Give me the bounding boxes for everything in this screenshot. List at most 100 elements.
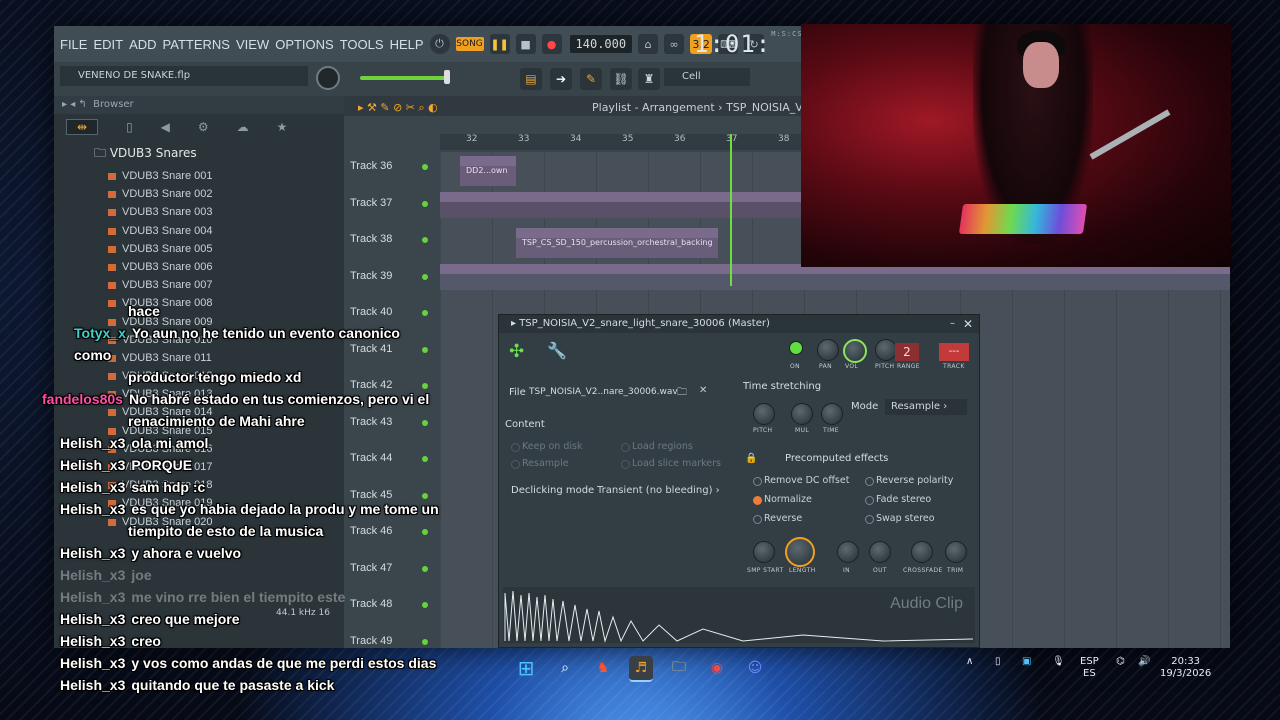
browser-folder[interactable]: 🗀 VDUB3 Snares	[54, 140, 344, 167]
master-volume-slider[interactable]	[360, 76, 446, 80]
trim-knob[interactable]	[945, 541, 967, 563]
file-explorer-icon[interactable]: 🗀	[667, 656, 691, 680]
chevron-up-icon[interactable]: ∧	[966, 656, 973, 668]
ts-pitch-knob[interactable]	[753, 403, 775, 425]
sample-filename[interactable]: TSP_NOISIA_V2..nare_30006.wav	[529, 387, 678, 397]
audio-clip[interactable]: TSP_CS_SD_150_percussion_orchestral_back…	[516, 228, 718, 258]
sample-waveform[interactable]: Audio Clip	[503, 587, 975, 643]
browser-file[interactable]: VDUB3 Snare 005	[54, 240, 344, 258]
stop-button[interactable]: ■	[515, 34, 536, 54]
menu-file[interactable]: FILE	[60, 37, 87, 52]
crossfade-knob[interactable]	[911, 541, 933, 563]
tab-files-icon[interactable]: ▯	[126, 120, 133, 134]
play-pause-button[interactable]: ❚❚	[489, 34, 510, 54]
menu-view[interactable]: VIEW	[236, 37, 269, 52]
tab-all-icon[interactable]: ⇹	[66, 119, 99, 135]
track-header[interactable]: Track 36	[344, 152, 440, 189]
menu-add[interactable]: ADD	[129, 37, 156, 52]
ts-time-knob[interactable]	[821, 403, 843, 425]
app-tray-icon[interactable]: ▣	[1022, 656, 1031, 668]
next-icon[interactable]: ➔	[550, 68, 572, 90]
song-mode-button[interactable]: SONG	[455, 37, 484, 51]
reverse-polarity-option[interactable]: Reverse polarity	[865, 475, 953, 486]
power-icon[interactable]: ⏻	[429, 34, 450, 54]
tempo-display[interactable]: 140.000	[569, 35, 633, 53]
brave-browser-icon[interactable]: ♞	[591, 656, 615, 680]
channel-on-led[interactable]	[789, 341, 803, 355]
declicking-mode-dropdown[interactable]: Transient (no bleeding) ›	[597, 483, 725, 499]
pattern-clip[interactable]	[440, 264, 1230, 290]
search-icon[interactable]: ⌕	[553, 656, 577, 680]
load-slice-markers-option[interactable]: Load slice markers	[621, 458, 721, 469]
ts-mul-knob[interactable]	[791, 403, 813, 425]
browser-file[interactable]: VDUB3 Snare 003	[54, 203, 344, 221]
microphone-icon[interactable]: 🎙	[1052, 656, 1065, 668]
menu-options[interactable]: OPTIONS	[275, 37, 334, 52]
master-volume-handle[interactable]	[444, 70, 450, 84]
folder-icon[interactable]: 🗀	[677, 385, 687, 402]
track-header[interactable]: Track 37	[344, 189, 440, 226]
tab-plugins-icon[interactable]: ⚙	[198, 120, 209, 134]
usb-icon[interactable]: ▯	[995, 656, 1001, 668]
link-icon[interactable]: ⛓	[610, 68, 632, 90]
out-knob[interactable]	[869, 541, 891, 563]
metronome-icon[interactable]: ⌂	[638, 34, 659, 54]
tab-favorites-icon[interactable]: ★	[277, 120, 288, 134]
menu-edit[interactable]: EDIT	[93, 37, 123, 52]
playlist-icon[interactable]: ▤	[520, 68, 542, 90]
wait-input-icon[interactable]: ∞	[664, 34, 685, 54]
playhead[interactable]	[730, 134, 732, 286]
length-knob[interactable]	[785, 537, 815, 567]
record-button[interactable]: ●	[541, 34, 562, 54]
fade-stereo-option[interactable]: Fade stereo	[865, 494, 931, 505]
browser-file[interactable]: VDUB3 Snare 001	[54, 167, 344, 185]
snap-selector[interactable]: Cell	[664, 68, 750, 86]
windows-start-icon[interactable]: ⊞	[514, 656, 538, 680]
remove-dc-offset-option[interactable]: Remove DC offset	[753, 475, 849, 486]
in-knob[interactable]	[837, 541, 859, 563]
waveform-tab-icon[interactable]: ✣	[509, 341, 524, 362]
sample-start-knob[interactable]	[753, 541, 775, 563]
playlist-tools-icon[interactable]: ▸ ⚒ ✎ ⊘ ✂ ⌕ ◐	[358, 98, 438, 118]
audio-clip[interactable]: DD2...own	[460, 156, 516, 186]
tab-cloud-icon[interactable]: ☁	[237, 120, 249, 134]
pattern-clip[interactable]	[440, 192, 820, 218]
lock-icon[interactable]: 🔒	[745, 453, 757, 464]
wrench-icon[interactable]: 🔧	[547, 341, 567, 360]
master-pitch-knob[interactable]	[316, 66, 340, 90]
browser-file[interactable]: VDUB3 Snare 007	[54, 276, 344, 294]
volume-icon[interactable]: 🔊	[1138, 656, 1150, 668]
volume-knob[interactable]	[843, 339, 867, 363]
pitch-knob[interactable]	[875, 339, 897, 361]
normalize-option[interactable]: Normalize	[753, 494, 812, 505]
network-icon[interactable]: ⌬	[1116, 656, 1125, 668]
language-indicator[interactable]: ESP ES	[1080, 656, 1099, 680]
close-icon[interactable]: ✕	[963, 315, 973, 333]
keep-on-disk-option[interactable]: Keep on disk	[511, 441, 582, 452]
browser-file[interactable]: VDUB3 Snare 006	[54, 258, 344, 276]
browser-file[interactable]: VDUB3 Snare 002	[54, 185, 344, 203]
fl-studio-taskbar-icon[interactable]: ♬	[629, 656, 653, 682]
track-header[interactable]: Track 38	[344, 225, 440, 262]
plugin-icon[interactable]: ♜	[638, 68, 660, 90]
mode-dropdown[interactable]: Resample ›	[885, 399, 967, 415]
swap-stereo-option[interactable]: Swap stereo	[865, 513, 935, 524]
mixer-track-selector[interactable]: ---	[939, 343, 969, 361]
pan-knob[interactable]	[817, 339, 839, 361]
track-header[interactable]: Track 39	[344, 262, 440, 299]
piano-roll-icon[interactable]: ✎	[580, 68, 602, 90]
remove-sample-icon[interactable]: ✕	[699, 385, 707, 396]
tab-speaker-icon[interactable]: ◀	[161, 120, 170, 134]
minimize-icon[interactable]: –	[950, 315, 955, 333]
obs-icon[interactable]: ◉	[705, 656, 729, 680]
clock[interactable]: 20:33 19/3/2026	[1160, 656, 1211, 680]
pitch-range-display[interactable]: 2	[895, 343, 919, 361]
menu-help[interactable]: HELP	[390, 37, 424, 52]
sampler-titlebar[interactable]: ▸ TSP_NOISIA_V2_snare_light_snare_30006 …	[499, 315, 979, 333]
load-regions-option[interactable]: Load regions	[621, 441, 693, 452]
browser-file[interactable]: VDUB3 Snare 004	[54, 222, 344, 240]
reverse-option[interactable]: Reverse	[753, 513, 802, 524]
discord-icon[interactable]: ☺	[743, 656, 767, 680]
resample-option[interactable]: Resample	[511, 458, 569, 469]
menu-patterns[interactable]: PATTERNS	[163, 37, 230, 52]
